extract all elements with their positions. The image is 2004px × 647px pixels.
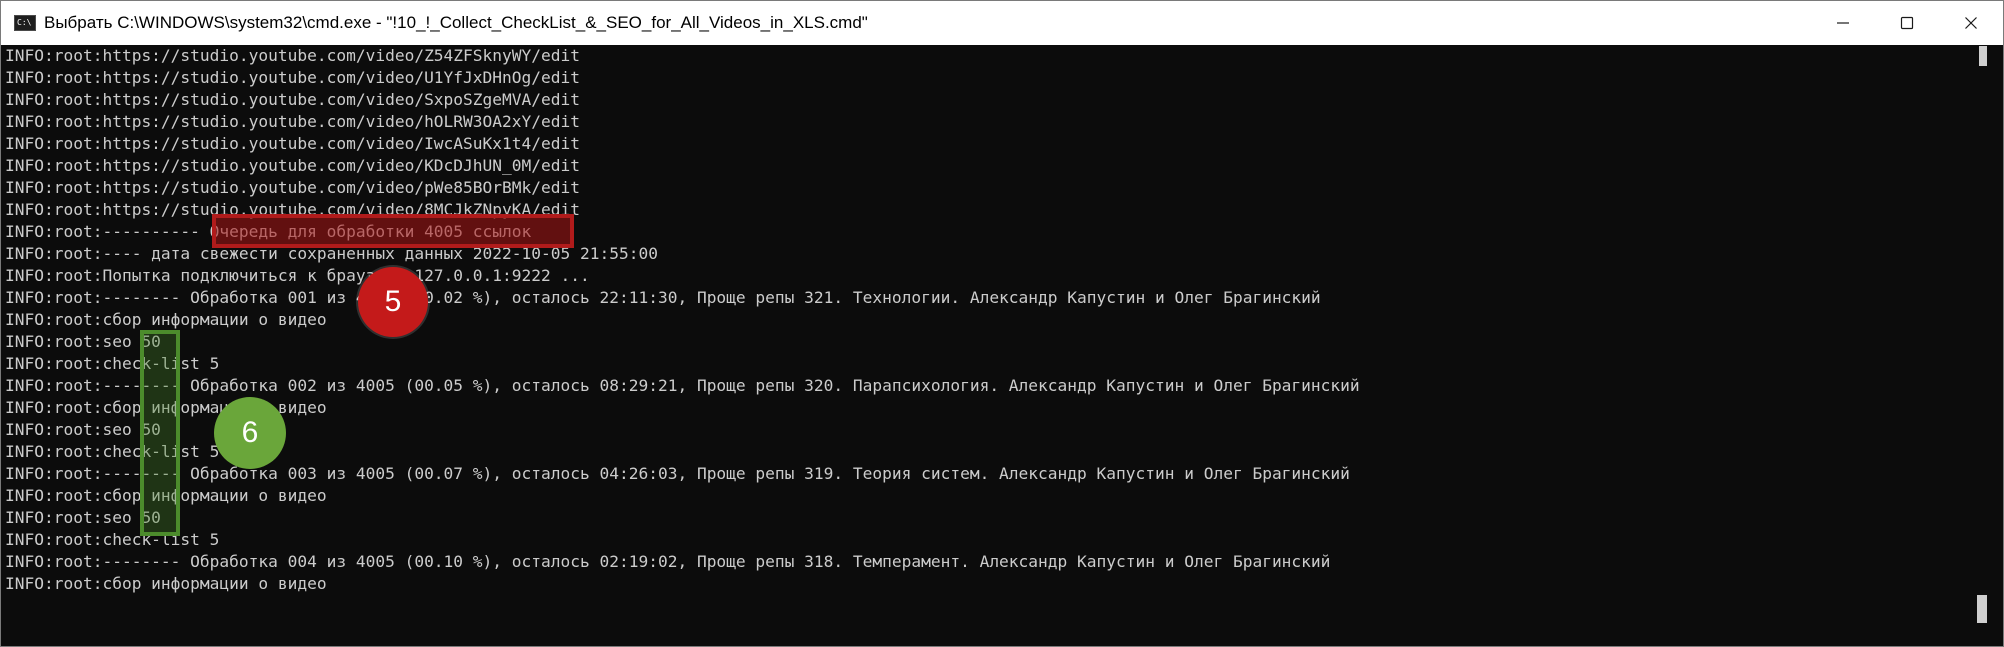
title-bar[interactable]: C:\ Выбрать C:\WINDOWS\system32\cmd.exe … xyxy=(1,1,2003,45)
window-title: Выбрать C:\WINDOWS\system32\cmd.exe - "!… xyxy=(44,13,868,32)
console-line: INFO:root:https://studio.youtube.com/vid… xyxy=(5,68,580,87)
seo-score-highlight xyxy=(140,330,180,536)
console-line: INFO:root:check-list 5 xyxy=(5,442,220,461)
minimize-button[interactable] xyxy=(1811,1,1875,45)
console-output[interactable]: INFO:root:https://studio.youtube.com/vid… xyxy=(1,45,1961,646)
console-line: INFO:root:Попытка подключиться к браузер… xyxy=(5,266,590,285)
window-controls xyxy=(1811,1,2003,45)
console-line: INFO:root:https://studio.youtube.com/vid… xyxy=(5,112,580,131)
console-line: INFO:root:-------- Обработка 004 из 4005… xyxy=(5,552,1331,571)
console-line: INFO:root:сбор информации о видео xyxy=(5,310,327,329)
console-window: C:\ Выбрать C:\WINDOWS\system32\cmd.exe … xyxy=(0,0,2004,647)
scrollbar-position-marker[interactable] xyxy=(1977,595,1987,623)
queue-highlight xyxy=(212,214,574,248)
console-line: INFO:root:seo 50 xyxy=(5,420,161,439)
console-line: INFO:root:https://studio.youtube.com/vid… xyxy=(5,46,580,65)
close-button[interactable] xyxy=(1939,1,2003,45)
maximize-button[interactable] xyxy=(1875,1,1939,45)
cmd-icon: C:\ xyxy=(14,15,36,31)
annotation-badge-5: 5 xyxy=(358,267,428,337)
console-line: INFO:root:seo 50 xyxy=(5,508,161,527)
console-line: INFO:root:-------- Обработка 002 из 4005… xyxy=(5,376,1360,395)
console-line: INFO:root:https://studio.youtube.com/vid… xyxy=(5,90,580,109)
console-line: INFO:root:check-list 5 xyxy=(5,530,220,549)
console-line: INFO:root:seo 50 xyxy=(5,332,161,351)
close-icon xyxy=(1965,17,1977,29)
scrollbar-thumb[interactable] xyxy=(1979,46,1987,66)
console-line: INFO:root:https://studio.youtube.com/vid… xyxy=(5,156,580,175)
console-line: INFO:root:https://studio.youtube.com/vid… xyxy=(5,178,580,197)
annotation-badge-6: 6 xyxy=(214,397,286,469)
console-line: INFO:root:сбор информации о видео xyxy=(5,574,327,593)
console-line: INFO:root:-------- Обработка 001 из 4005… xyxy=(5,288,1321,307)
vertical-scrollbar[interactable] xyxy=(1963,45,2003,646)
console-line: INFO:root:check-list 5 xyxy=(5,354,220,373)
console-line: INFO:root:https://studio.youtube.com/vid… xyxy=(5,134,580,153)
minimize-icon xyxy=(1837,22,1849,24)
maximize-icon xyxy=(1900,16,1914,30)
console-line: INFO:root:-------- Обработка 003 из 4005… xyxy=(5,464,1350,483)
